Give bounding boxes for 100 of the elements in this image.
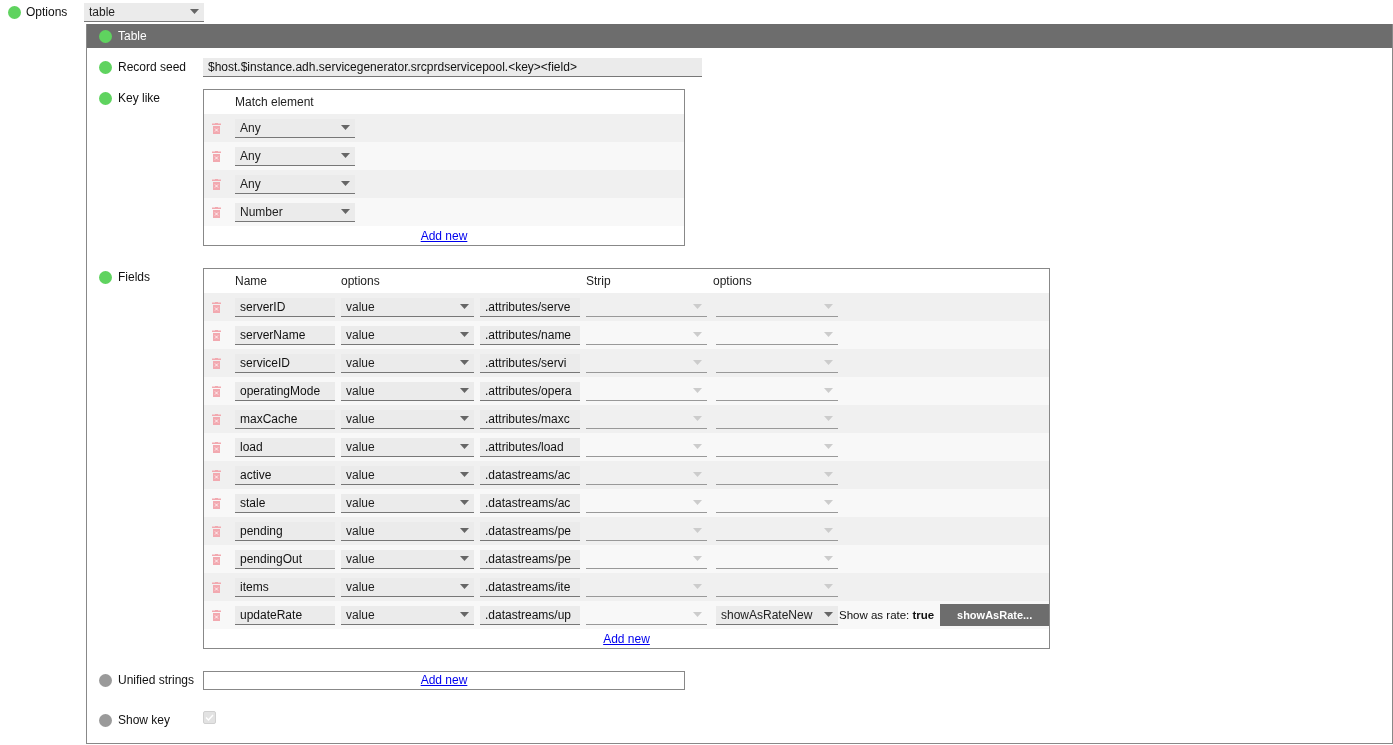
caret-icon	[460, 388, 469, 393]
caret-icon	[693, 388, 702, 393]
trash-icon[interactable]	[212, 497, 221, 509]
text-field[interactable]: .datastreams/pe	[480, 549, 580, 569]
field-label: Options	[26, 5, 69, 19]
text-field[interactable]: .attributes/serve	[480, 297, 580, 317]
dropdown[interactable]: value	[341, 521, 474, 541]
dropdown[interactable]: value	[341, 493, 474, 513]
dropdown[interactable]: value	[341, 605, 474, 625]
column-header: Name	[235, 274, 268, 288]
caret-icon	[341, 209, 350, 214]
trash-icon[interactable]	[212, 357, 221, 369]
caret-icon	[693, 584, 702, 589]
trash-icon[interactable]	[212, 553, 221, 565]
field-label: Key like	[118, 91, 161, 105]
trash-icon[interactable]	[212, 206, 221, 218]
caret-icon	[460, 332, 469, 337]
caret-icon	[824, 500, 833, 505]
caret-icon	[824, 612, 833, 617]
add-new-link[interactable]: Add new	[603, 632, 650, 646]
dropdown[interactable]: showAsRateNew	[716, 605, 838, 625]
dropdown[interactable]: Number	[235, 202, 355, 222]
trash-icon[interactable]	[212, 178, 221, 190]
trash-icon[interactable]	[212, 301, 221, 313]
caret-icon	[693, 444, 702, 449]
text-field[interactable]: .attributes/maxc	[480, 409, 580, 429]
field-label: Fields	[118, 270, 150, 284]
caret-icon	[460, 360, 469, 365]
text-field[interactable]: load	[235, 437, 335, 457]
caret-icon	[460, 472, 469, 477]
dropdown[interactable]: value	[341, 381, 474, 401]
dropdown[interactable]: value	[341, 577, 474, 597]
text-field[interactable]: maxCache	[235, 409, 335, 429]
dropdown[interactable]: table	[84, 2, 204, 22]
caret-icon	[824, 304, 833, 309]
trash-icon[interactable]	[212, 329, 221, 341]
trash-icon[interactable]	[212, 150, 221, 162]
dropdown[interactable]: value	[341, 409, 474, 429]
add-new-link[interactable]: Add new	[420, 673, 468, 687]
field-label: Unified strings	[118, 673, 195, 687]
caret-icon	[460, 556, 469, 561]
text-field[interactable]: active	[235, 465, 335, 485]
trash-icon[interactable]	[212, 385, 221, 397]
text-field[interactable]: serverName	[235, 325, 335, 345]
text-field[interactable]: .attributes/servi	[480, 353, 580, 373]
column-header: options	[341, 274, 381, 288]
trash-icon[interactable]	[212, 441, 221, 453]
rate-label: Show as rate: true	[839, 609, 935, 621]
caret-icon	[341, 153, 350, 158]
caret-icon	[824, 416, 833, 421]
text-field[interactable]: .attributes/opera	[480, 381, 580, 401]
field-label: Record seed	[118, 60, 187, 74]
trash-icon[interactable]	[212, 525, 221, 537]
text-field[interactable]: $host.$instance.adh.servicegenerator.srcprdservicepool.<key><field>	[203, 58, 702, 77]
caret-icon	[190, 9, 199, 14]
dropdown[interactable]: value	[341, 549, 474, 569]
text-field[interactable]: .attributes/name	[480, 325, 580, 345]
dropdown[interactable]: Any	[235, 174, 355, 194]
caret-icon	[341, 181, 350, 186]
caret-icon	[824, 584, 833, 589]
show-as-rate-button[interactable]: showAsRate...	[940, 604, 1049, 626]
dropdown[interactable]: Any	[235, 146, 355, 166]
caret-icon	[460, 444, 469, 449]
trash-icon[interactable]	[212, 609, 221, 621]
text-field[interactable]: serverID	[235, 297, 335, 317]
text-field[interactable]: .datastreams/ac	[480, 465, 580, 485]
caret-icon	[693, 612, 702, 617]
caret-icon	[460, 500, 469, 505]
trash-icon[interactable]	[212, 122, 221, 134]
text-field[interactable]: .datastreams/up	[480, 605, 580, 625]
column-header: Strip	[586, 274, 612, 288]
column-header: Match element	[235, 95, 315, 109]
text-field[interactable]: .datastreams/ac	[480, 493, 580, 513]
dropdown[interactable]: Any	[235, 118, 355, 138]
text-field[interactable]: .datastreams/pe	[480, 521, 580, 541]
text-field[interactable]: operatingMode	[235, 381, 335, 401]
caret-icon	[460, 612, 469, 617]
text-field[interactable]: pending	[235, 521, 335, 541]
caret-icon	[824, 472, 833, 477]
field-label: Show key	[118, 713, 171, 727]
dropdown[interactable]: value	[341, 325, 474, 345]
dropdown[interactable]: value	[341, 437, 474, 457]
text-field[interactable]: .attributes/load	[480, 437, 580, 457]
caret-icon	[460, 528, 469, 533]
caret-icon	[693, 500, 702, 505]
text-field[interactable]: serviceID	[235, 353, 335, 373]
trash-icon[interactable]	[212, 469, 221, 481]
trash-icon[interactable]	[212, 413, 221, 425]
caret-icon	[693, 528, 702, 533]
dropdown[interactable]: value	[341, 465, 474, 485]
dropdown[interactable]: value	[341, 297, 474, 317]
text-field[interactable]: stale	[235, 493, 335, 513]
caret-icon	[460, 304, 469, 309]
text-field[interactable]: items	[235, 577, 335, 597]
dropdown[interactable]: value	[341, 353, 474, 373]
text-field[interactable]: pendingOut	[235, 549, 335, 569]
text-field[interactable]: .datastreams/ite	[480, 577, 580, 597]
text-field[interactable]: updateRate	[235, 605, 335, 625]
trash-icon[interactable]	[212, 581, 221, 593]
add-new-link[interactable]: Add new	[420, 229, 468, 243]
